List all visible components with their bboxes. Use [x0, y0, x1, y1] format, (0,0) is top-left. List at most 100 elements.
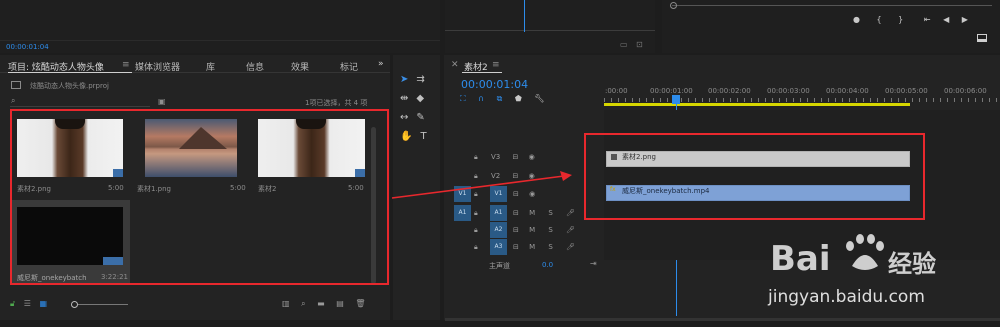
track-a2-controls: 🔒︎ ⊟ M S 🎤︎ [474, 226, 584, 238]
go-to-in-icon[interactable]: ⇤ [924, 15, 931, 24]
solo-button[interactable]: S [548, 243, 552, 251]
selection-tool-icon[interactable]: ➤ [400, 74, 408, 85]
ruler-label: 00:00:03:00 [767, 87, 810, 95]
program-scrubber-handle[interactable] [670, 2, 677, 9]
tab-libraries[interactable]: 库 [206, 60, 215, 73]
lock-icon[interactable]: 🔓︎ [10, 299, 15, 308]
snap-icon[interactable]: ∩ [478, 94, 484, 103]
project-footer-actions: ▥ ⌕ ▬ ▤ 🗑︎ [282, 299, 382, 311]
hand-tool-icon[interactable]: ✋ [400, 131, 412, 142]
top-left-divider [0, 40, 440, 41]
project-search-input[interactable] [10, 96, 150, 107]
step-back-icon[interactable]: ◀ [943, 15, 949, 24]
zoom-slider-handle[interactable] [71, 301, 78, 308]
track-label: V3 [490, 153, 501, 161]
program-export-frame-icon[interactable] [977, 34, 987, 42]
track-select-tool-icon[interactable]: ⇉ [416, 74, 424, 85]
list-view-icon[interactable]: ☰ [24, 299, 31, 308]
source-patch-a1[interactable]: A1 [454, 205, 471, 221]
microphone-icon[interactable]: 🎤︎ [566, 243, 575, 251]
new-bin-icon[interactable]: ▬ [317, 299, 325, 308]
master-level[interactable]: 0.0 [542, 261, 553, 269]
tab-effects[interactable]: 效果 [291, 60, 309, 73]
sequence-menu-icon[interactable]: ≡ [492, 61, 500, 70]
highlight-box-project [10, 109, 389, 285]
lock-track-icon[interactable]: 🔒︎ [474, 153, 478, 161]
automate-to-sequence-icon[interactable]: ▥ [282, 299, 290, 308]
top-timecode: 00:00:01:04 [6, 43, 49, 51]
ruler-ticks [604, 98, 1000, 102]
timeline-toolbar: ⛶ ∩ ⧉ ⬟ 🔧︎ [460, 94, 570, 104]
ruler-label: 00:00:04:00 [826, 87, 869, 95]
mute-button[interactable]: M [529, 243, 535, 251]
timeline-timecode[interactable]: 00:00:01:04 [461, 78, 528, 91]
ripple-edit-tool-icon[interactable]: ⇹ [400, 93, 408, 104]
linked-selection-icon[interactable]: ⧉ [497, 94, 503, 103]
microphone-icon[interactable]: 🎤︎ [566, 209, 575, 217]
svg-text:经验: 经验 [888, 250, 936, 278]
program-scrubber[interactable] [672, 5, 992, 6]
marker-icon[interactable]: ● [853, 15, 860, 24]
source-export-icon[interactable]: ⊡ [636, 40, 643, 49]
solo-button[interactable]: S [548, 209, 552, 217]
highlight-box-timeline [584, 133, 925, 220]
search-icon[interactable]: ⌕ [11, 96, 15, 105]
icon-view-icon[interactable]: ▦ [39, 299, 47, 308]
program-controls: ● { } ⇤ ◀ ▶ [853, 15, 993, 27]
source-settings-icon[interactable]: ▭ [620, 40, 628, 49]
find-icon[interactable]: ⌕ [301, 299, 305, 308]
go-to-end-icon[interactable]: ⇥ [590, 259, 597, 268]
pen-tool-icon[interactable]: ✎ [416, 112, 424, 123]
microphone-icon[interactable]: 🎤︎ [566, 226, 575, 234]
tab-info[interactable]: 信息 [246, 60, 264, 73]
tools-grid: ➤ ⇉ ⇹ ◆ ↔ ✎ ✋ T [400, 70, 440, 142]
razor-tool-icon[interactable]: ◆ [416, 93, 424, 104]
play-icon[interactable]: ▶ [962, 15, 968, 24]
lock-track-icon[interactable]: 🔒︎ [474, 226, 478, 234]
close-icon[interactable]: ✕ [451, 61, 459, 70]
sync-lock-icon[interactable]: ⊟ [513, 226, 519, 234]
tabs-overflow-icon[interactable]: » [378, 59, 384, 69]
new-bin-from-search-icon[interactable]: ▣ [158, 97, 166, 106]
add-marker-icon[interactable]: ⬟ [515, 94, 522, 103]
work-area-bar[interactable] [604, 103, 910, 106]
source-scrubber[interactable] [445, 30, 655, 31]
ruler-label: 00:00:02:00 [708, 87, 751, 95]
timeline-scrollbar[interactable] [445, 318, 1000, 321]
slip-tool-icon[interactable]: ↔ [400, 112, 408, 123]
annotation-arrow [391, 171, 572, 199]
sync-lock-icon[interactable]: ⊟ [512, 153, 518, 161]
wrench-icon[interactable]: 🔧︎ [534, 94, 544, 103]
svg-text:Bai: Bai [770, 239, 831, 279]
type-tool-icon[interactable]: T [420, 131, 426, 142]
sync-lock-icon[interactable]: ⊟ [513, 243, 519, 251]
new-item-icon[interactable]: ▤ [336, 299, 344, 308]
baidu-paw-icon: Bai 经验 [770, 234, 936, 279]
track-a3-controls: 🔒︎ ⊟ M S 🎤︎ [474, 243, 584, 255]
tab-markers[interactable]: 标记 [340, 60, 358, 73]
watermark-url: jingyan.baidu.com [768, 287, 925, 307]
mute-button[interactable]: M [529, 209, 535, 217]
ruler-label: 00:00:01:00 [650, 87, 693, 95]
out-point-icon[interactable]: } [898, 15, 903, 24]
trash-icon[interactable]: 🗑︎ [355, 299, 365, 308]
mute-button[interactable]: M [529, 226, 535, 234]
in-point-icon[interactable]: { [877, 15, 882, 24]
track-v3-header: 🔒︎ V3 ⊟ ◉ [474, 153, 584, 165]
tab-media-browser[interactable]: 媒体浏览器 [135, 60, 180, 73]
panel-menu-icon[interactable]: ≡ [122, 61, 130, 70]
lock-track-icon[interactable]: 🔒︎ [474, 243, 478, 251]
project-file-icon [11, 81, 21, 89]
project-file-name: 炫酷动态人物头像.prproj [30, 82, 109, 90]
solo-button[interactable]: S [548, 226, 552, 234]
track-a1-controls: 🔒︎ ⊟ M S 🎤︎ [474, 209, 584, 221]
top-left-panel [0, 0, 440, 53]
eye-icon[interactable]: ◉ [529, 153, 535, 161]
sync-lock-icon[interactable]: ⊟ [513, 209, 519, 217]
nest-toggle-icon[interactable]: ⛶ [460, 94, 466, 103]
ruler-label: :00:00 [605, 87, 628, 95]
source-playhead[interactable] [524, 0, 525, 32]
zoom-slider[interactable] [78, 304, 128, 305]
lock-track-icon[interactable]: 🔒︎ [474, 209, 478, 217]
ruler-label: 00:00:05:00 [885, 87, 928, 95]
